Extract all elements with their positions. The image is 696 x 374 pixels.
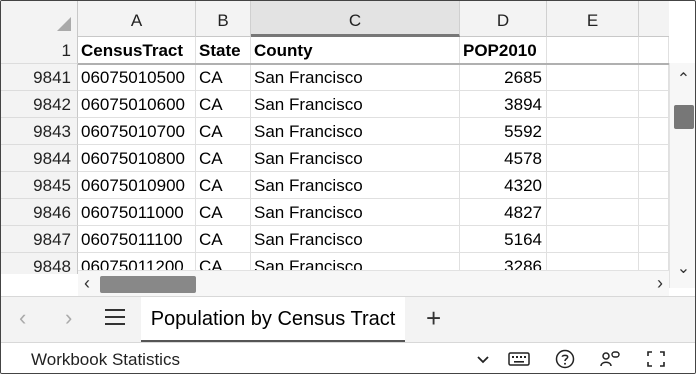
column-header-a[interactable]: A: [78, 1, 196, 37]
table-cell[interactable]: 06075010500: [78, 64, 196, 91]
horizontal-scroll-thumb[interactable]: [100, 276, 196, 293]
column-header-b[interactable]: B: [196, 1, 251, 37]
vertical-scroll-thumb[interactable]: [674, 105, 694, 129]
table-cell[interactable]: CA: [196, 118, 251, 145]
table-cell[interactable]: [547, 64, 639, 91]
row-header[interactable]: 9842: [1, 91, 78, 118]
table-cell[interactable]: CA: [196, 226, 251, 253]
table-cell[interactable]: CA: [196, 64, 251, 91]
row-header[interactable]: 9847: [1, 226, 78, 253]
table-cell[interactable]: 5592: [460, 118, 547, 145]
tab-population-by-census-tract[interactable]: Population by Census Tract: [141, 297, 405, 343]
workbook-statistics-button[interactable]: Workbook Statistics: [31, 350, 180, 370]
table-cell[interactable]: [639, 199, 669, 226]
freeze-pane-divider: [78, 63, 669, 65]
table-cell[interactable]: 06075011100: [78, 226, 196, 253]
row-header[interactable]: 9843: [1, 118, 78, 145]
accessibility-icon[interactable]: [598, 348, 622, 370]
spreadsheet-grid: A B C D E 1 CensusTract State County POP2010…: [1, 1, 669, 274]
hamburger-menu-icon[interactable]: [105, 309, 125, 325]
sheet-tab-bar: ‹ › Population by Census Tract +: [1, 296, 695, 343]
row-header[interactable]: 9846: [1, 199, 78, 226]
scroll-left-icon[interactable]: ‹: [84, 273, 90, 294]
row-header[interactable]: 9844: [1, 145, 78, 172]
table-cell[interactable]: 06075010600: [78, 91, 196, 118]
column-header-c[interactable]: C: [251, 1, 460, 37]
table-cell[interactable]: 4578: [460, 145, 547, 172]
table-cell[interactable]: 06075010800: [78, 145, 196, 172]
select-all-corner[interactable]: [1, 1, 78, 37]
chevron-left-icon[interactable]: ‹: [19, 305, 26, 331]
chevron-down-icon[interactable]: [471, 348, 495, 370]
table-cell[interactable]: [639, 64, 669, 91]
table-cell[interactable]: 4320: [460, 172, 547, 199]
table-cell[interactable]: 2685: [460, 64, 547, 91]
column-header-e[interactable]: E: [547, 1, 639, 37]
table-cell[interactable]: [639, 226, 669, 253]
scroll-down-icon[interactable]: ⌄: [670, 258, 695, 278]
table-cell[interactable]: [547, 91, 639, 118]
row-header[interactable]: 9841: [1, 64, 78, 91]
table-cell[interactable]: [547, 145, 639, 172]
table-cell[interactable]: [639, 145, 669, 172]
status-bar: Workbook Statistics: [1, 342, 695, 373]
table-cell[interactable]: 3894: [460, 91, 547, 118]
table-cell[interactable]: 5164: [460, 226, 547, 253]
keyboard-icon[interactable]: [507, 348, 531, 370]
plus-icon[interactable]: +: [426, 303, 441, 334]
column-header-row: A B C D E: [1, 1, 669, 37]
table-cell[interactable]: CA: [196, 145, 251, 172]
select-all-triangle-icon[interactable]: [57, 17, 71, 31]
header-cell[interactable]: County: [251, 37, 460, 64]
spreadsheet-window: A B C D E 1 CensusTract State County POP2010…: [0, 0, 696, 374]
header-cell[interactable]: CensusTract: [78, 37, 196, 64]
fullscreen-icon[interactable]: [644, 348, 668, 370]
horizontal-scrollbar[interactable]: ‹ ›: [78, 270, 669, 296]
table-cell[interactable]: CA: [196, 172, 251, 199]
scroll-right-icon[interactable]: ›: [657, 273, 663, 294]
row-header[interactable]: 9848: [1, 253, 78, 274]
table-cell[interactable]: [547, 172, 639, 199]
vertical-scrollbar[interactable]: ⌃ ⌄: [669, 63, 695, 288]
help-icon[interactable]: [553, 348, 577, 370]
table-cell[interactable]: 4827: [460, 199, 547, 226]
row-header[interactable]: 1: [1, 37, 78, 64]
header-cell[interactable]: POP2010: [460, 37, 547, 64]
table-cell[interactable]: San Francisco: [251, 118, 460, 145]
table-cell[interactable]: CA: [196, 199, 251, 226]
table-cell[interactable]: 06075010900: [78, 172, 196, 199]
table-cell[interactable]: CA: [196, 91, 251, 118]
table-cell[interactable]: [639, 172, 669, 199]
table-cell[interactable]: 06075011000: [78, 199, 196, 226]
table-cell[interactable]: San Francisco: [251, 199, 460, 226]
table-cell[interactable]: San Francisco: [251, 64, 460, 91]
header-cell[interactable]: State: [196, 37, 251, 64]
table-cell[interactable]: [547, 118, 639, 145]
table-cell[interactable]: [547, 199, 639, 226]
table-cell[interactable]: [639, 118, 669, 145]
table-cell[interactable]: San Francisco: [251, 145, 460, 172]
row-header[interactable]: 9845: [1, 172, 78, 199]
table-cell[interactable]: San Francisco: [251, 172, 460, 199]
table-cell[interactable]: San Francisco: [251, 91, 460, 118]
table-cell[interactable]: San Francisco: [251, 226, 460, 253]
chevron-right-icon[interactable]: ›: [65, 305, 72, 331]
table-cell[interactable]: 06075010700: [78, 118, 196, 145]
table-cell[interactable]: [639, 91, 669, 118]
scroll-up-icon[interactable]: ⌃: [670, 69, 695, 89]
table-cell[interactable]: [639, 37, 669, 64]
table-cell[interactable]: [547, 226, 639, 253]
header-cell[interactable]: [547, 37, 639, 64]
column-header-d[interactable]: D: [460, 1, 547, 37]
